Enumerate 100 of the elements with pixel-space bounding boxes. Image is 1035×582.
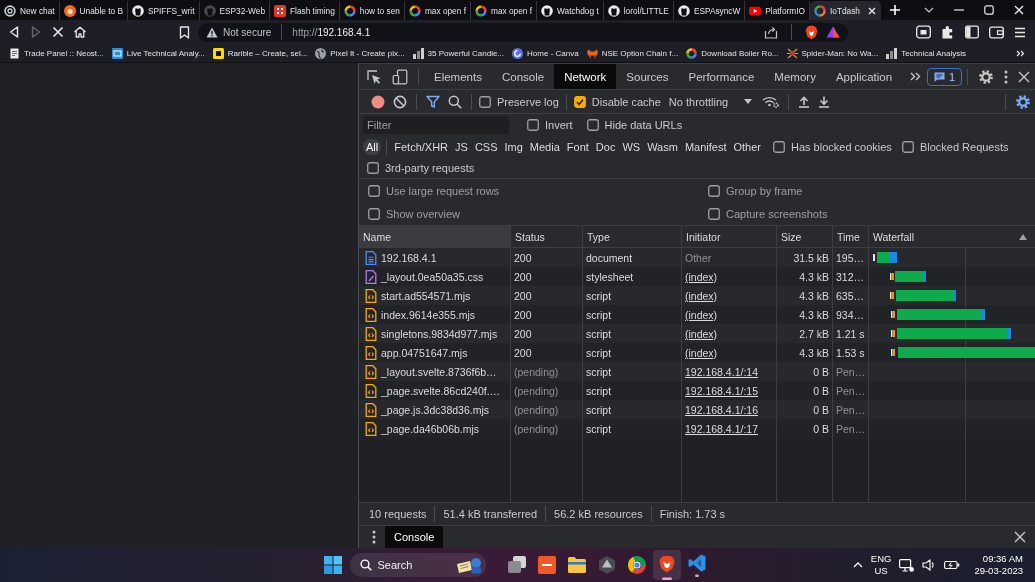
close-icon[interactable]: [1018, 70, 1030, 83]
browser-tab[interactable]: IoTdash: [809, 1, 881, 20]
address-field[interactable]: Not secure http://192.168.4.1: [198, 22, 848, 42]
panel-tab[interactable]: Memory: [764, 64, 826, 89]
initiator-link[interactable]: (index): [685, 308, 718, 321]
filter-icon[interactable]: [426, 95, 440, 108]
chevron-down-icon[interactable]: [924, 7, 934, 13]
type-filter[interactable]: JS: [453, 138, 470, 155]
checkbox[interactable]: [901, 140, 914, 153]
bookmark[interactable]: Technical Analysis: [886, 47, 967, 59]
initiator-link[interactable]: 192.168.4.1/:15: [685, 384, 758, 397]
search-icon[interactable]: [448, 94, 462, 109]
bookmark[interactable]: Live Technical Analy...: [111, 47, 205, 59]
checkbox-label[interactable]: Capture screenshots: [726, 207, 828, 220]
panel-tab[interactable]: Elements: [424, 64, 492, 89]
type-filter[interactable]: Other: [731, 138, 763, 155]
checkbox-label[interactable]: Invert: [545, 119, 573, 131]
checkbox-label[interactable]: Group by frame: [726, 184, 803, 197]
triangle-icon[interactable]: [826, 26, 840, 38]
settings-icon[interactable]: [978, 68, 994, 85]
ring-icon[interactable]: [628, 556, 646, 574]
request-row[interactable]: singletons.9834d977.mjs 200 script (index) 2.7 kB 1.21 s: [359, 324, 1035, 343]
folder-icon[interactable]: [568, 556, 586, 574]
puzzle-icon[interactable]: [941, 25, 955, 39]
date-text[interactable]: 29-03-2023: [974, 565, 1023, 577]
region-text[interactable]: US: [874, 565, 888, 577]
chevron-up-icon[interactable]: [852, 562, 863, 568]
lion-icon[interactable]: [805, 24, 818, 40]
panel-tab[interactable]: Sources: [616, 64, 679, 89]
bookmark[interactable]: Trade Panel :: Neost...: [9, 47, 104, 59]
column-header[interactable]: Name: [359, 226, 511, 247]
inspect-icon[interactable]: [366, 68, 382, 85]
checkbox-label[interactable]: Hide data URLs: [604, 119, 683, 131]
drawer-tab[interactable]: Console: [385, 526, 444, 548]
checkbox-label[interactable]: Disable cache: [591, 95, 661, 108]
panel-tab[interactable]: Application: [825, 64, 903, 89]
type-filter[interactable]: Wasm: [645, 138, 680, 155]
bookmark[interactable]: Download Boiler Ro...: [686, 47, 779, 59]
lion-icon[interactable]: [653, 550, 681, 580]
column-header[interactable]: Time: [833, 226, 869, 247]
type-filter[interactable]: Font: [564, 138, 591, 155]
throttling-dropdown[interactable]: No throttling: [662, 95, 759, 108]
bookmark[interactable]: Pixel It - Create pix...: [315, 47, 405, 59]
type-filter[interactable]: All: [363, 138, 382, 155]
initiator-link[interactable]: (index): [685, 327, 718, 340]
menu-icon[interactable]: [372, 530, 376, 544]
checkbox[interactable]: [368, 184, 380, 197]
type-filter[interactable]: WS: [620, 138, 643, 155]
type-filter[interactable]: Manifest: [682, 138, 729, 155]
checkbox-label[interactable]: 3rd-party requests: [385, 161, 475, 174]
monitor-icon[interactable]: [899, 558, 915, 572]
type-filter[interactable]: Doc: [593, 138, 618, 155]
checkbox-label[interactable]: Blocked Requests: [919, 140, 1009, 153]
download-icon[interactable]: [818, 95, 831, 108]
column-header[interactable]: Waterfall: [869, 226, 1035, 247]
device-icon[interactable]: [392, 68, 408, 85]
security-label[interactable]: Not secure: [223, 26, 272, 38]
type-filter[interactable]: Media: [527, 138, 562, 155]
language-text[interactable]: ENG: [870, 553, 892, 565]
speaker-icon[interactable]: [922, 559, 937, 571]
tile-icon[interactable]: [538, 556, 556, 574]
back-icon[interactable]: [7, 25, 21, 39]
checkbox[interactable]: [708, 207, 720, 220]
request-row[interactable]: _layout.svelte.8736f6b… (pending) script 192.168.4.1/:14 0 B Pen…: [359, 362, 1035, 381]
checkbox[interactable]: [708, 184, 720, 197]
menu-icon[interactable]: [1004, 69, 1008, 84]
record-icon[interactable]: [371, 94, 385, 109]
issues-button[interactable]: 1: [926, 67, 962, 86]
sidebar-icon[interactable]: [965, 25, 979, 39]
stop-icon[interactable]: [51, 25, 65, 39]
windows-stack-icon[interactable]: [508, 556, 526, 574]
request-row[interactable]: start.ad554571.mjs 200 script (index) 4.3 kB 635…: [359, 286, 1035, 305]
request-row[interactable]: _page.js.3dc38d36.mjs (pending) script 192.168.4.1/:16 0 B Pen…: [359, 400, 1035, 419]
checkbox[interactable]: [368, 207, 380, 220]
checkbox[interactable]: [586, 119, 599, 131]
double-chevron-icon[interactable]: [1016, 49, 1025, 57]
close-icon[interactable]: [1014, 531, 1026, 543]
home-icon[interactable]: [73, 25, 87, 39]
panel-tab[interactable]: Performance: [678, 64, 765, 89]
bookmark[interactable]: Rarible – Create, sel...: [212, 47, 308, 59]
type-filter[interactable]: Fetch/XHR: [392, 138, 451, 155]
request-row[interactable]: 192.168.4.1 200 document Other 31.5 kB 195…: [359, 248, 1035, 267]
initiator-link[interactable]: 192.168.4.1/:14: [685, 365, 758, 378]
checkbox[interactable]: [527, 119, 539, 131]
start-icon[interactable]: [323, 556, 342, 574]
checkbox[interactable]: [479, 95, 491, 108]
type-filter[interactable]: CSS: [472, 138, 500, 155]
column-header[interactable]: Size: [777, 226, 833, 247]
clear-icon[interactable]: [393, 94, 407, 109]
bookmark-icon[interactable]: [179, 25, 190, 39]
checkbox-label[interactable]: Use large request rows: [386, 184, 500, 197]
type-filter[interactable]: Img: [502, 138, 525, 155]
bookmark[interactable]: NSE Option Chain f...: [586, 47, 679, 59]
hexagon-icon[interactable]: [598, 556, 616, 574]
plus-icon[interactable]: [889, 5, 900, 15]
initiator-link[interactable]: (index): [685, 346, 718, 359]
checkbox[interactable]: [573, 95, 586, 108]
panel-tab[interactable]: Console: [491, 64, 555, 89]
initiator-link[interactable]: (index): [685, 270, 718, 283]
filter-field[interactable]: Filter: [363, 116, 509, 134]
